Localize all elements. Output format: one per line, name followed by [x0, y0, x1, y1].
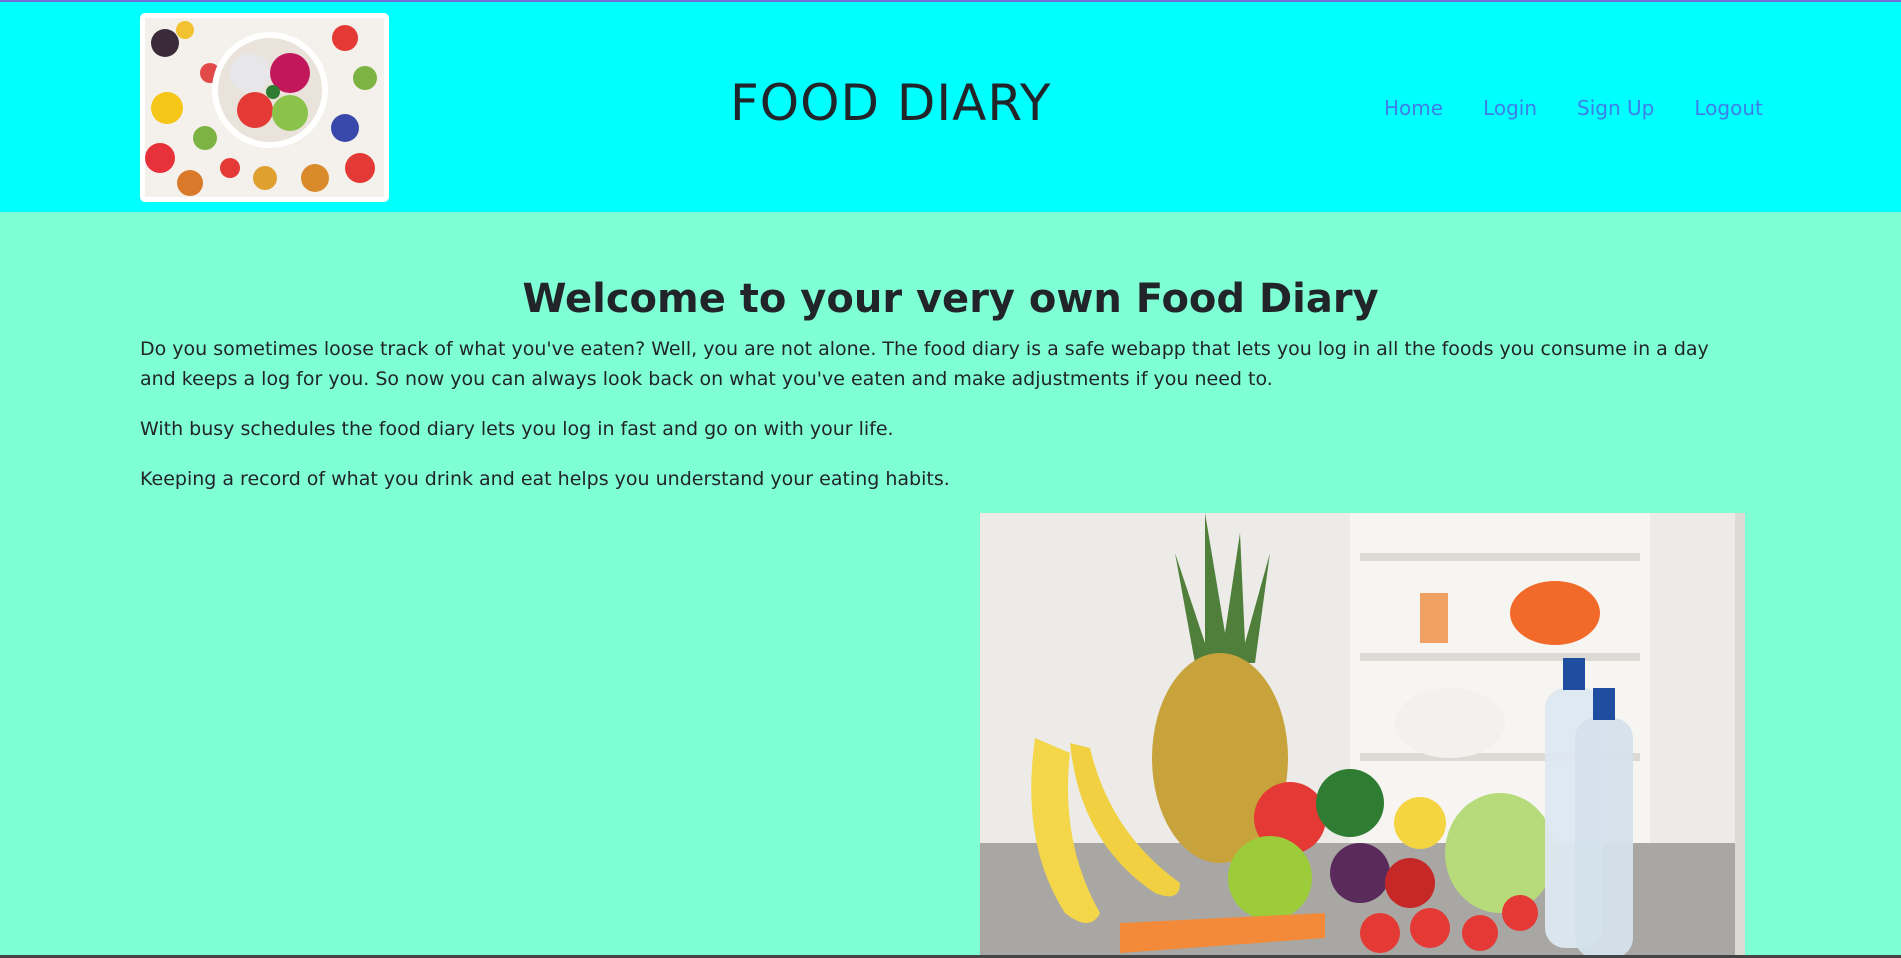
- intro-paragraph: Do you sometimes loose track of what you…: [140, 338, 1709, 390]
- habits-paragraph: Keeping a record of what you drink and e…: [140, 468, 950, 490]
- nav-login-link[interactable]: Login: [1483, 96, 1537, 120]
- schedule-paragraph: With busy schedules the food diary lets …: [140, 418, 894, 440]
- fruits-vegetables-water-bottles-photo: [980, 513, 1745, 958]
- main-nav: Home Login Sign Up Logout: [1384, 96, 1803, 120]
- site-title: FOOD DIARY: [730, 74, 1052, 132]
- logo-image[interactable]: [140, 13, 389, 202]
- nav-home-link[interactable]: Home: [1384, 96, 1443, 120]
- nav-logout-link[interactable]: Logout: [1694, 96, 1762, 120]
- site-header: FOOD DIARY Home Login Sign Up Logout: [0, 2, 1901, 212]
- main-content: Welcome to your very own Food Diary Do y…: [0, 212, 1901, 958]
- fruit-bowl-photo: [145, 18, 384, 197]
- hero-image: [980, 513, 1745, 958]
- nav-signup-link[interactable]: Sign Up: [1577, 96, 1654, 120]
- welcome-heading: Welcome to your very own Food Diary: [522, 276, 1379, 322]
